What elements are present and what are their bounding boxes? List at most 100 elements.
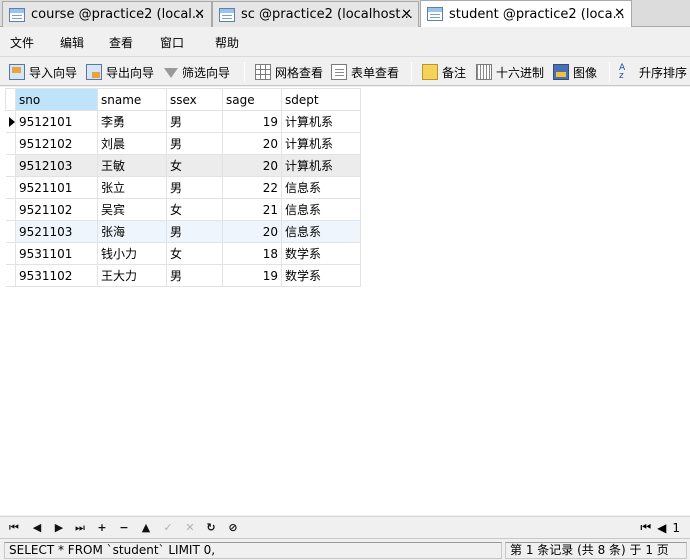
filter-wizard-button[interactable]: 筛选向导 <box>164 61 230 83</box>
cell-ssex[interactable]: 女 <box>166 198 223 221</box>
cell-sage[interactable]: 20 <box>222 154 282 177</box>
cell-ssex[interactable]: 女 <box>166 242 223 265</box>
cell-ssex[interactable]: 男 <box>166 132 223 155</box>
cell-sage[interactable]: 20 <box>222 220 282 243</box>
cell-sage[interactable]: 19 <box>222 110 282 133</box>
table-row[interactable]: 9531102 王大力 男 19 数学系 <box>5 264 361 287</box>
cell-sdept[interactable]: 数学系 <box>281 242 361 265</box>
grid-icon <box>255 64 271 80</box>
cell-ssex[interactable]: 男 <box>166 110 223 133</box>
record-navigator: ⏮ ◀ ▶ ⏭ + − ▲ ✓ ✕ ↻ ⊘ ⏮ ◀ 1 <box>0 516 690 538</box>
form-icon <box>331 64 347 80</box>
next-record-icon[interactable]: ▶ <box>51 520 67 536</box>
table-row[interactable]: 9521101 张立 男 22 信息系 <box>5 176 361 199</box>
cell-sname[interactable]: 张海 <box>97 220 167 243</box>
cell-sage[interactable]: 18 <box>222 242 282 265</box>
first-page-icon[interactable]: ⏮ <box>640 520 651 535</box>
cell-sno[interactable]: 9512102 <box>15 132 98 155</box>
cell-sdept[interactable]: 计算机系 <box>281 154 361 177</box>
cell-ssex[interactable]: 男 <box>166 220 223 243</box>
move-up-icon[interactable]: ▲ <box>138 520 154 536</box>
hex-button[interactable]: 十六进制 <box>476 61 544 83</box>
cell-ssex[interactable]: 男 <box>166 176 223 199</box>
table-row[interactable]: 9512102 刘晨 男 20 计算机系 <box>5 132 361 155</box>
cell-sno[interactable]: 9531101 <box>15 242 98 265</box>
tab-student[interactable]: student @practice2 (loca... ✕ <box>420 0 632 27</box>
column-header-ssex[interactable]: ssex <box>166 88 223 111</box>
add-record-icon[interactable]: + <box>94 520 110 536</box>
previous-record-icon[interactable]: ◀ <box>29 520 45 536</box>
menu-window[interactable]: 窗口 <box>160 34 184 51</box>
tab-label: course @practice2 (local... <box>31 7 205 22</box>
cell-sdept[interactable]: 信息系 <box>281 220 361 243</box>
close-icon[interactable]: ✕ <box>194 7 205 22</box>
menu-file[interactable]: 文件 <box>10 34 34 51</box>
row-indicator-header <box>5 88 16 111</box>
cell-ssex[interactable]: 女 <box>166 154 223 177</box>
filter-wizard-label: 筛选向导 <box>182 65 231 80</box>
cell-sno[interactable]: 9531102 <box>15 264 98 287</box>
cell-sno[interactable]: 9512101 <box>15 110 98 133</box>
cell-sage[interactable]: 21 <box>222 198 282 221</box>
cell-sdept[interactable]: 信息系 <box>281 198 361 221</box>
export-wizard-button[interactable]: 导出向导 <box>86 61 154 83</box>
status-bar: SELECT * FROM `student` LIMIT 0, 第 1 条记录… <box>0 538 690 560</box>
last-record-icon[interactable]: ⏭ <box>72 520 88 536</box>
stop-icon[interactable]: ⊘ <box>225 520 241 536</box>
cell-sname[interactable]: 钱小力 <box>97 242 167 265</box>
table-row[interactable]: 9521102 吴宾 女 21 信息系 <box>5 198 361 221</box>
import-wizard-button[interactable]: 导入向导 <box>9 61 77 83</box>
close-icon[interactable]: ✕ <box>401 7 412 22</box>
cell-sage[interactable]: 19 <box>222 264 282 287</box>
column-header-sname[interactable]: sname <box>97 88 167 111</box>
column-header-sage[interactable]: sage <box>222 88 282 111</box>
table-row[interactable]: 9512103 王敏 女 20 计算机系 <box>5 154 361 177</box>
cell-sname[interactable]: 刘晨 <box>97 132 167 155</box>
refresh-icon[interactable]: ↻ <box>203 520 219 536</box>
cell-ssex[interactable]: 男 <box>166 264 223 287</box>
hex-label: 十六进制 <box>496 65 545 80</box>
cell-sage[interactable]: 20 <box>222 132 282 155</box>
menu-view[interactable]: 查看 <box>109 34 133 51</box>
cell-sname[interactable]: 王敏 <box>97 154 167 177</box>
tab-sc[interactable]: sc @practice2 (localhost... ✕ <box>212 1 419 27</box>
tab-course[interactable]: course @practice2 (local... ✕ <box>2 1 212 27</box>
record-info: 第 1 条记录 (共 8 条) 于 1 页 <box>505 542 687 559</box>
cell-sno[interactable]: 9521101 <box>15 176 98 199</box>
cell-sno[interactable]: 9521102 <box>15 198 98 221</box>
row-indicator <box>5 132 16 155</box>
cell-sage[interactable]: 22 <box>222 176 282 199</box>
column-header-sdept[interactable]: sdept <box>281 88 361 111</box>
menu-help[interactable]: 帮助 <box>215 34 239 51</box>
cell-sname[interactable]: 张立 <box>97 176 167 199</box>
toolbar-separator <box>411 62 412 82</box>
sort-ascending-button[interactable]: Az 升序排序 <box>619 61 687 83</box>
cell-sdept[interactable]: 计算机系 <box>281 132 361 155</box>
page-number[interactable]: 1 <box>672 521 680 535</box>
cell-sno[interactable]: 9521103 <box>15 220 98 243</box>
image-button[interactable]: 图像 <box>553 61 597 83</box>
cell-sno[interactable]: 9512103 <box>15 154 98 177</box>
cell-sdept[interactable]: 数学系 <box>281 264 361 287</box>
previous-page-icon[interactable]: ◀ <box>657 521 666 535</box>
data-grid[interactable]: sno sname ssex sage sdept 9512101 李勇 男 1… <box>0 87 690 515</box>
table-row[interactable]: 9521103 张海 男 20 信息系 <box>5 220 361 243</box>
cell-sname[interactable]: 吴宾 <box>97 198 167 221</box>
cell-sname[interactable]: 李勇 <box>97 110 167 133</box>
grid-view-button[interactable]: 网格查看 <box>255 61 323 83</box>
delete-record-icon[interactable]: − <box>116 520 132 536</box>
table-row[interactable]: 9512101 李勇 男 19 计算机系 <box>5 110 361 133</box>
column-header-sno[interactable]: sno <box>15 88 98 111</box>
menu-edit[interactable]: 编辑 <box>60 34 84 51</box>
apply-changes-icon[interactable]: ✓ <box>160 520 176 536</box>
table-row[interactable]: 9531101 钱小力 女 18 数学系 <box>5 242 361 265</box>
form-view-button[interactable]: 表单查看 <box>331 61 399 83</box>
memo-button[interactable]: 备注 <box>422 61 466 83</box>
tab-label: student @practice2 (loca... <box>449 6 625 22</box>
cell-sdept[interactable]: 信息系 <box>281 176 361 199</box>
close-icon[interactable]: ✕ <box>614 6 625 21</box>
discard-changes-icon[interactable]: ✕ <box>182 520 198 536</box>
cell-sname[interactable]: 王大力 <box>97 264 167 287</box>
cell-sdept[interactable]: 计算机系 <box>281 110 361 133</box>
first-record-icon[interactable]: ⏮ <box>6 520 22 536</box>
